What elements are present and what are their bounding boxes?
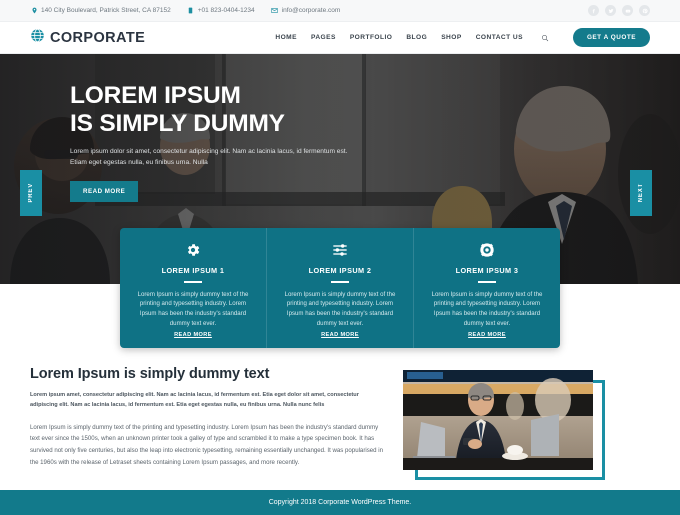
address-info: 140 City Boulevard, Patrick Street, CA 8… <box>30 7 171 15</box>
content-text-column: Lorem Ipsum is simply dummy text Lorem i… <box>30 366 385 468</box>
feature-card[interactable]: LOREM IPSUM 1 Lorem Ipsum is simply dumm… <box>120 228 267 348</box>
sliders-icon <box>332 242 348 258</box>
hero-read-more-button[interactable]: READ MORE <box>70 180 139 202</box>
hero-title-line2: IS SIMPLY DUMMY <box>70 110 285 138</box>
location-pin-icon <box>30 7 38 15</box>
feature-card[interactable]: LOREM IPSUM 3 Lorem Ipsum is simply dumm… <box>414 228 560 348</box>
slider-prev-label: PREV <box>28 183 34 203</box>
hero-title: LOREM IPSUM IS SIMPLY DUMMY <box>70 82 400 139</box>
main-navigation-bar: CORPORATE HOME PAGES PORTFOLIO BLOG SHOP… <box>0 22 680 54</box>
content-image-column <box>399 366 634 480</box>
feature-card-text: Lorem Ipsum is simply dummy text of the … <box>284 290 396 328</box>
lifebuoy-icon <box>479 242 495 258</box>
section-title: Lorem Ipsum is simply dummy text <box>30 366 270 382</box>
hero-subtitle: Lorem ipsum dolor sit amet, consectetur … <box>70 147 348 166</box>
copyright-text: Copyright 2018 Corporate WordPress Theme… <box>268 499 412 506</box>
search-icon[interactable] <box>541 34 549 42</box>
phone-info[interactable]: +01 823-0404-1234 <box>187 7 255 15</box>
email-info[interactable]: info@corporate.com <box>271 7 341 15</box>
facebook-icon[interactable] <box>588 5 599 16</box>
nav-item-pages[interactable]: PAGES <box>311 34 336 41</box>
section-body-paragraph: Lorem Ipsum is simply dummy text of the … <box>30 423 383 466</box>
site-logo[interactable]: CORPORATE <box>30 28 145 48</box>
top-info-bar: 140 City Boulevard, Patrick Street, CA 8… <box>0 0 680 22</box>
social-links <box>588 5 650 16</box>
feature-card-title: LOREM IPSUM 1 <box>161 266 225 275</box>
slider-next-label: NEXT <box>638 183 644 203</box>
nav-item-shop[interactable]: SHOP <box>441 34 462 41</box>
feature-read-more-link[interactable]: READ MORE <box>468 332 506 338</box>
content-photo <box>403 370 593 470</box>
slider-prev-button[interactable]: PREV <box>20 170 42 216</box>
nav-item-home[interactable]: HOME <box>275 34 297 41</box>
divider <box>478 281 496 283</box>
pinterest-icon[interactable] <box>639 5 650 16</box>
envelope-icon <box>271 7 279 15</box>
feature-card-title: LOREM IPSUM 3 <box>455 266 519 275</box>
nav-item-blog[interactable]: BLOG <box>406 34 427 41</box>
feature-read-more-link[interactable]: READ MORE <box>321 332 359 338</box>
globe-icon <box>30 28 45 48</box>
feature-card-text: Lorem Ipsum is simply dummy text of the … <box>137 290 249 328</box>
brand-name: CORPORATE <box>50 29 146 46</box>
slider-next-button[interactable]: NEXT <box>630 170 652 216</box>
divider <box>184 281 202 283</box>
get-a-quote-button[interactable]: GET A QUOTE <box>572 28 650 47</box>
page-root: 140 City Boulevard, Patrick Street, CA 8… <box>0 0 680 515</box>
twitter-icon[interactable] <box>605 5 616 16</box>
feature-card-title: LOREM IPSUM 2 <box>308 266 372 275</box>
section-lead-paragraph: Lorem ipsum amet, consectetur adipiscing… <box>30 392 359 408</box>
content-section: Lorem Ipsum is simply dummy text Lorem i… <box>0 352 680 490</box>
phone-text: +01 823-0404-1234 <box>197 7 255 14</box>
email-text: info@corporate.com <box>281 7 341 14</box>
feature-read-more-link[interactable]: READ MORE <box>174 332 212 338</box>
nav-item-contact-us[interactable]: CONTACT US <box>476 34 523 41</box>
nav-item-portfolio[interactable]: PORTFOLIO <box>350 34 393 41</box>
divider <box>331 281 349 283</box>
gear-icon <box>185 242 201 258</box>
footer-bar: Copyright 2018 Corporate WordPress Theme… <box>0 490 680 515</box>
nav-menu: HOME PAGES PORTFOLIO BLOG SHOP CONTACT U… <box>275 28 650 47</box>
youtube-icon[interactable] <box>622 5 633 16</box>
address-text: 140 City Boulevard, Patrick Street, CA 8… <box>41 7 171 14</box>
phone-icon <box>187 7 195 15</box>
hero-content: LOREM IPSUM IS SIMPLY DUMMY Lorem ipsum … <box>70 82 400 202</box>
feature-cards: LOREM IPSUM 1 Lorem Ipsum is simply dumm… <box>120 228 560 348</box>
hero-title-line1: LOREM IPSUM <box>70 82 241 109</box>
feature-card[interactable]: LOREM IPSUM 2 Lorem Ipsum is simply dumm… <box>267 228 414 348</box>
feature-card-text: Lorem Ipsum is simply dummy text of the … <box>431 290 543 328</box>
